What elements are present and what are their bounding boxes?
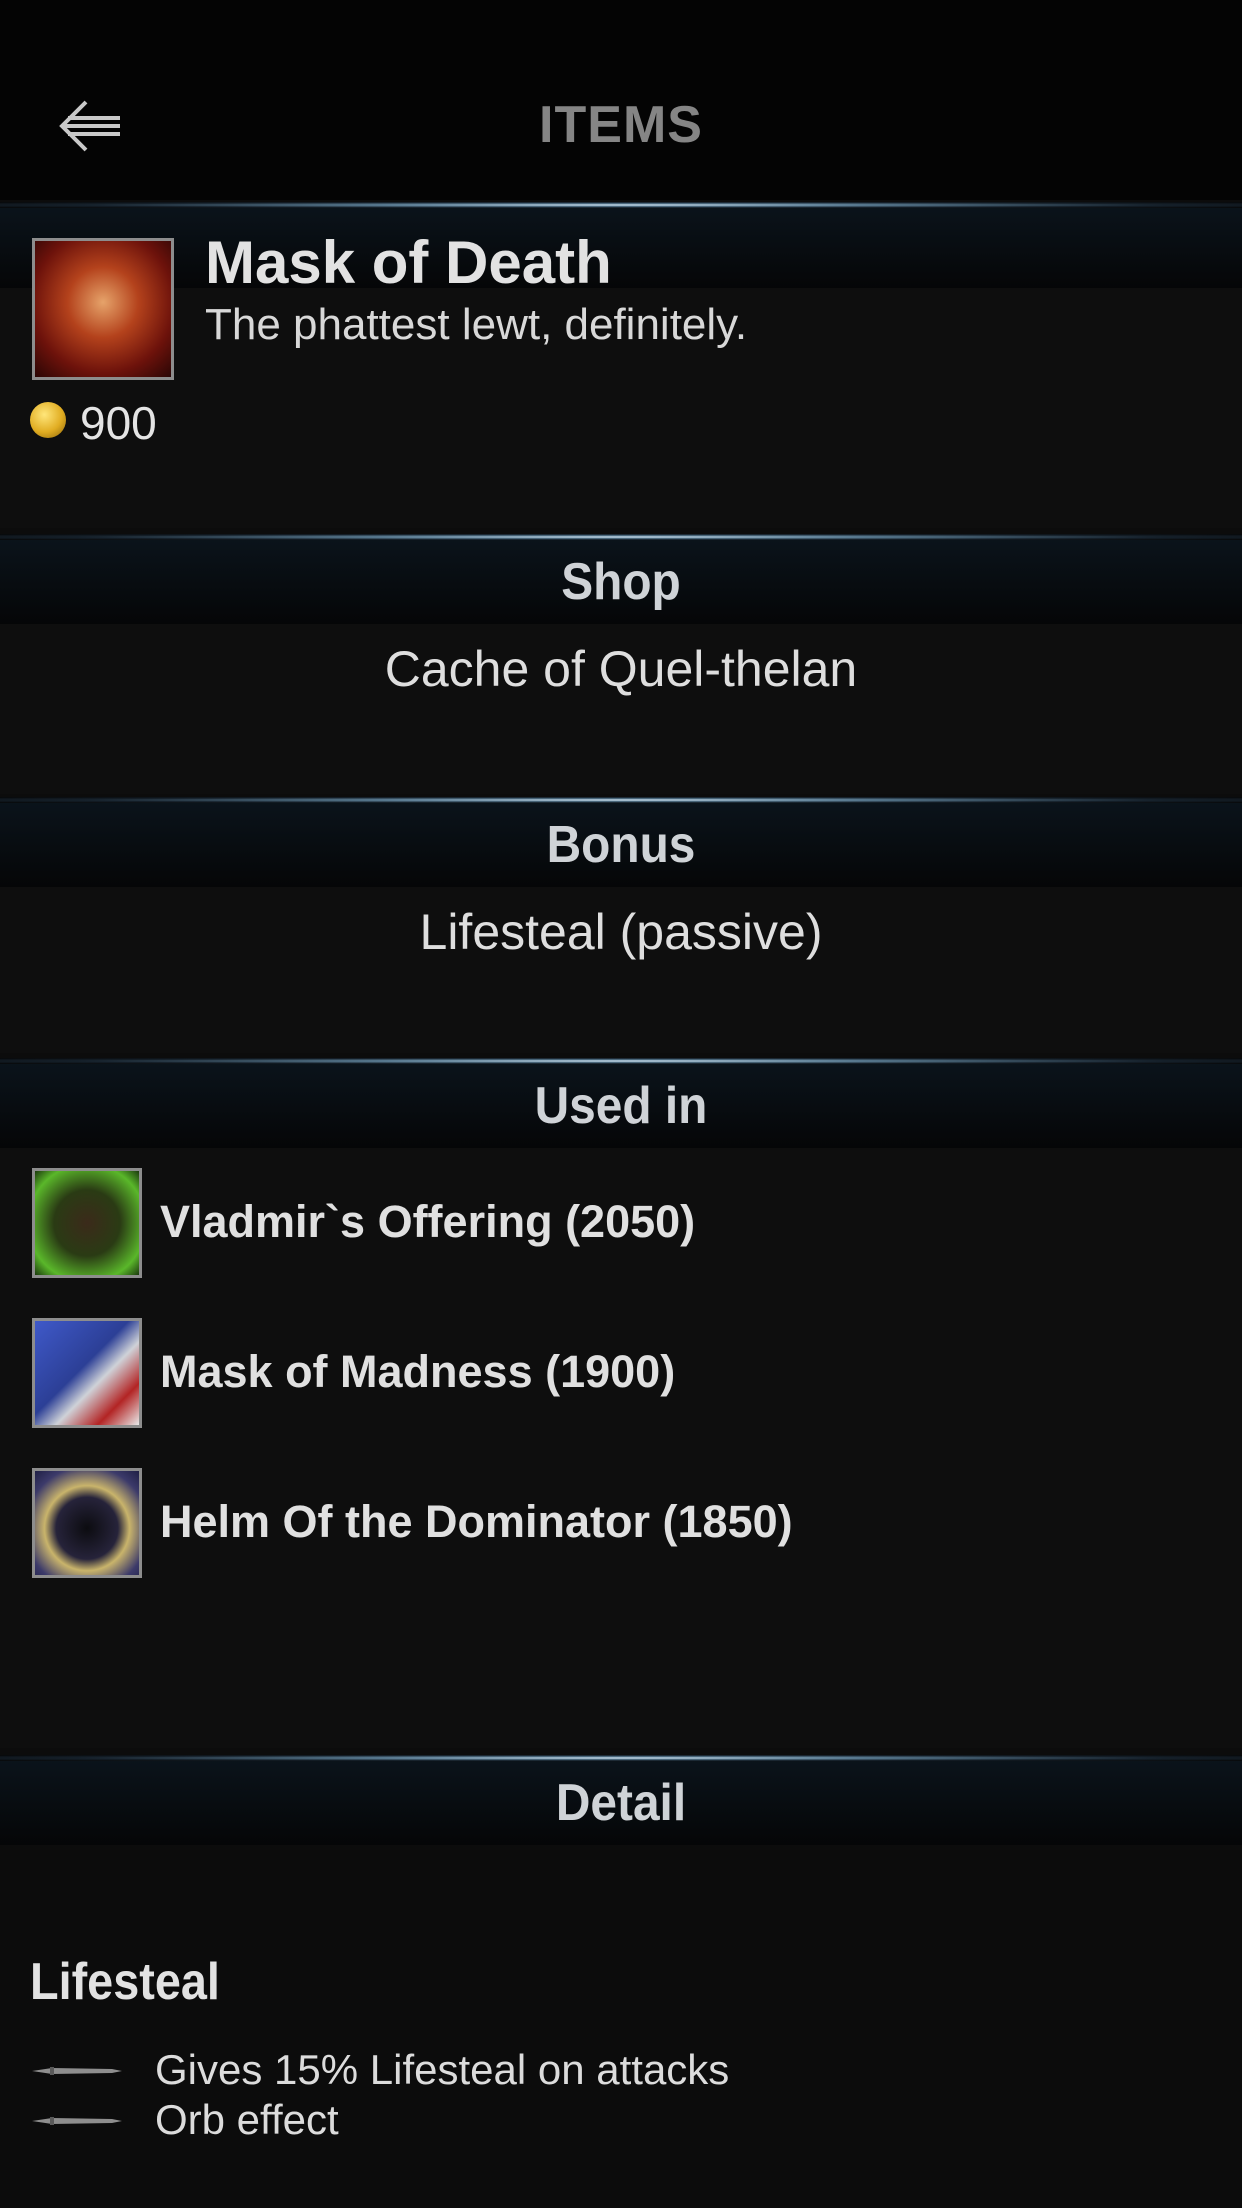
bonus-value: Lifesteal (passive) [419,904,823,960]
item-price: 900 [80,397,157,449]
shop-heading: Shop [561,553,681,611]
top-bar: ITEMS [0,0,1242,200]
helm-of-the-dominator-icon [32,1468,142,1578]
used-in-item-mask-of-madness[interactable]: Mask of Madness (1900) [0,1318,1242,1428]
bonus-heading: Bonus [546,816,696,874]
bonus-section-bar: Bonus [0,797,1242,887]
detail-section-title: Lifesteal [30,1953,220,2011]
used-in-section-bar: Used in [0,1058,1242,1148]
shop-section-bar: Shop [0,534,1242,624]
mask-of-death-icon [32,238,174,380]
bullet-blade-icon [32,2067,122,2075]
used-in-item-label: Helm Of the Dominator (1850) [160,1496,793,1547]
item-description: The phattest lewt, definitely. [205,300,748,349]
page-title: ITEMS [539,96,703,154]
gold-coin-icon [30,402,66,438]
mask-of-madness-icon [32,1318,142,1428]
detail-section-bar: Detail [0,1755,1242,1845]
detail-line: Orb effect [155,2096,339,2143]
shop-value: Cache of Quel-thelan [384,641,858,697]
vladmirs-offering-icon [32,1168,142,1278]
detail-line: Gives 15% Lifesteal on attacks [155,2046,730,2093]
detail-heading: Detail [555,1774,687,1832]
detail-panel [0,1845,1242,2208]
item-name: Mask of Death [205,229,612,296]
used-in-item-label: Vladmir`s Offering (2050) [160,1196,696,1247]
used-in-item-label: Mask of Madness (1900) [160,1346,676,1397]
bullet-blade-icon [32,2117,122,2125]
used-in-item-vladmirs-offering[interactable]: Vladmir`s Offering (2050) [0,1168,1242,1278]
used-in-item-helm-of-the-dominator[interactable]: Helm Of the Dominator (1850) [0,1468,1242,1578]
used-in-heading: Used in [534,1077,708,1135]
item-header-bar [0,202,1242,288]
